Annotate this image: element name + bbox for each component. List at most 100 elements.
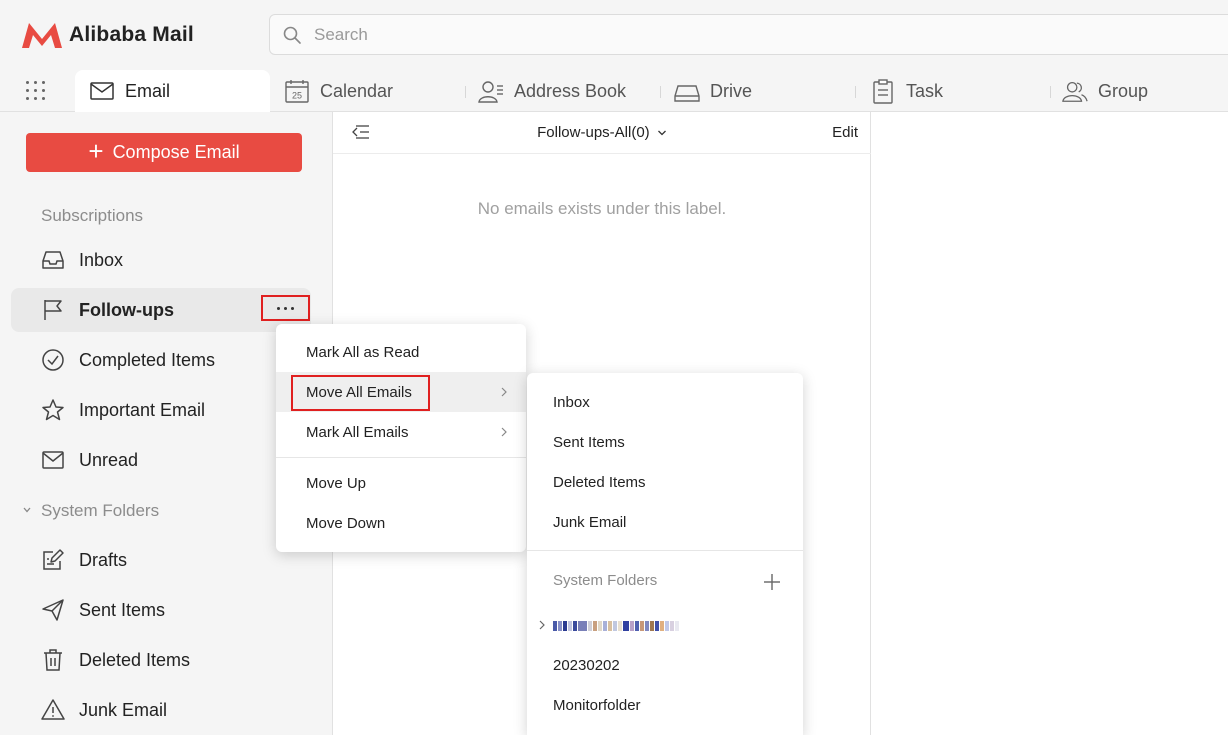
sidebar-item-label: Drafts (79, 549, 128, 570)
sidebar-item-important-email[interactable]: Important Email (11, 388, 311, 432)
submenu-item-inbox[interactable]: Inbox (527, 382, 803, 422)
list-title: Follow-ups-All (537, 124, 632, 141)
envelope-icon (42, 451, 64, 469)
reading-pane (871, 112, 1228, 735)
search-icon (283, 26, 301, 44)
submenu-section-title: System Folders (553, 572, 658, 589)
subscriptions-title: Subscriptions (41, 206, 144, 225)
empty-state-text: No emails exists under this label. (477, 199, 727, 218)
submenu-item-label: Sent Items (553, 433, 625, 451)
warning-icon (41, 699, 65, 720)
menu-item-label: Mark All Emails (306, 423, 409, 441)
clipboard-icon (873, 79, 893, 104)
menu-item-label: Move Up (306, 474, 367, 492)
menu-item-move-down[interactable]: Move Down (276, 503, 526, 543)
submenu-folder-20230202[interactable]: 20230202 (527, 645, 803, 685)
more-options-button[interactable] (261, 295, 310, 321)
sidebar-item-deleted-items[interactable]: Deleted Items (11, 638, 311, 682)
group-icon (1062, 81, 1088, 102)
menu-item-label: Move Down (306, 514, 386, 532)
submenu-item-label: Inbox (553, 393, 590, 411)
inbox-icon (42, 251, 64, 269)
submenu-item-deleted-items[interactable]: Deleted Items (527, 462, 803, 502)
redacted-folder-name[interactable] (553, 619, 680, 633)
tab-calendar-label: Calendar (320, 80, 394, 101)
move-to-submenu: Inbox Sent Items Deleted Items Junk Emai… (527, 373, 803, 735)
sidebar-item-label: Important Email (79, 399, 206, 420)
submenu-item-label: Junk Email (553, 513, 627, 531)
sidebar-item-completed-items[interactable]: Completed Items (11, 338, 311, 382)
plus-icon: + (88, 136, 104, 166)
tab-drive-label: Drive (710, 80, 753, 101)
compose-email-button[interactable]: + Compose Email (26, 133, 302, 172)
add-folder-icon[interactable] (763, 573, 781, 591)
top-header: Alibaba Mail Email 25 Calendar (0, 0, 1228, 112)
menu-item-label: Mark All as Read (306, 343, 420, 361)
contacts-icon (478, 81, 503, 103)
submenu-item-label: Deleted Items (553, 473, 646, 491)
compose-label: Compose Email (112, 142, 240, 162)
tab-calendar[interactable]: 25 Calendar (284, 70, 393, 112)
chevron-right-icon[interactable] (538, 620, 546, 630)
nav-divider (855, 86, 856, 98)
submenu-item-sent-items[interactable]: Sent Items (527, 422, 803, 462)
system-folders-title[interactable]: System Folders (41, 501, 159, 521)
tab-task[interactable]: Task (870, 70, 943, 112)
send-icon (42, 599, 64, 621)
sidebar-item-unread[interactable]: Unread (11, 438, 311, 482)
sidebar-item-label: Unread (79, 449, 139, 470)
edit-button[interactable]: Edit (832, 124, 858, 141)
menu-divider (276, 457, 526, 458)
chevron-right-icon (501, 427, 507, 437)
tab-group-label: Group (1098, 80, 1149, 101)
menu-item-move-up[interactable]: Move Up (276, 463, 526, 503)
tab-group[interactable]: Group (1062, 70, 1148, 112)
sidebar-item-label: Deleted Items (79, 649, 191, 670)
menu-item-mark-all-emails[interactable]: Mark All Emails (276, 412, 526, 452)
trash-icon (44, 649, 62, 671)
search-input[interactable] (314, 24, 914, 45)
calendar-icon: 25 (285, 80, 309, 103)
tab-address-book[interactable]: Address Book (478, 70, 626, 112)
app-name: Alibaba Mail (69, 23, 194, 46)
nav-divider (660, 86, 661, 98)
tab-email[interactable]: Email (75, 70, 270, 112)
list-header: Follow-ups-All(0) Edit (333, 112, 871, 154)
app-logo[interactable]: Alibaba Mail (21, 21, 194, 49)
sidebar-item-label: Completed Items (79, 349, 216, 370)
menu-divider (527, 550, 803, 551)
edit-icon (43, 549, 64, 570)
dot (291, 306, 294, 310)
sidebar-item-label: Inbox (79, 249, 124, 270)
star-icon (42, 399, 64, 421)
check-circle-icon (42, 349, 64, 371)
mail-icon (90, 82, 114, 100)
sidebar-item-label: Junk Email (79, 699, 168, 720)
calendar-icon-date: 25 (292, 91, 302, 101)
submenu-item-junk-email[interactable]: Junk Email (527, 502, 803, 542)
list-filter-dropdown[interactable]: Follow-ups-All(0) (333, 124, 871, 141)
sidebar-item-junk-email[interactable]: Junk Email (11, 688, 311, 732)
nav-divider (1050, 86, 1051, 98)
chevron-right-icon (501, 387, 507, 397)
folder-context-menu: Mark All as Read Move All Emails Mark Al… (276, 324, 526, 552)
dot (284, 306, 287, 310)
drive-icon (674, 85, 700, 102)
sidebar-item-drafts[interactable]: Drafts (11, 538, 311, 582)
search-bar[interactable] (269, 14, 1228, 55)
sidebar-item-label: Sent Items (79, 599, 166, 620)
submenu-item-label: Monitorfolder (553, 696, 641, 714)
tab-drive[interactable]: Drive (674, 70, 752, 112)
chevron-down-icon[interactable] (22, 505, 32, 515)
app-launcher-icon[interactable] (26, 81, 46, 101)
submenu-folder-monitorfolder[interactable]: Monitorfolder (527, 685, 803, 725)
sidebar-item-inbox[interactable]: Inbox (11, 238, 311, 282)
menu-item-mark-all-as-read[interactable]: Mark All as Read (276, 332, 526, 372)
list-count: (0) (631, 124, 650, 141)
sidebar-item-sent-items[interactable]: Sent Items (11, 588, 311, 632)
tab-task-label: Task (906, 80, 944, 101)
highlight-box (291, 375, 430, 411)
chevron-down-icon (657, 130, 666, 136)
sidebar-item-label: Follow-ups (79, 299, 174, 320)
alibaba-mail-logo-icon (22, 23, 62, 48)
